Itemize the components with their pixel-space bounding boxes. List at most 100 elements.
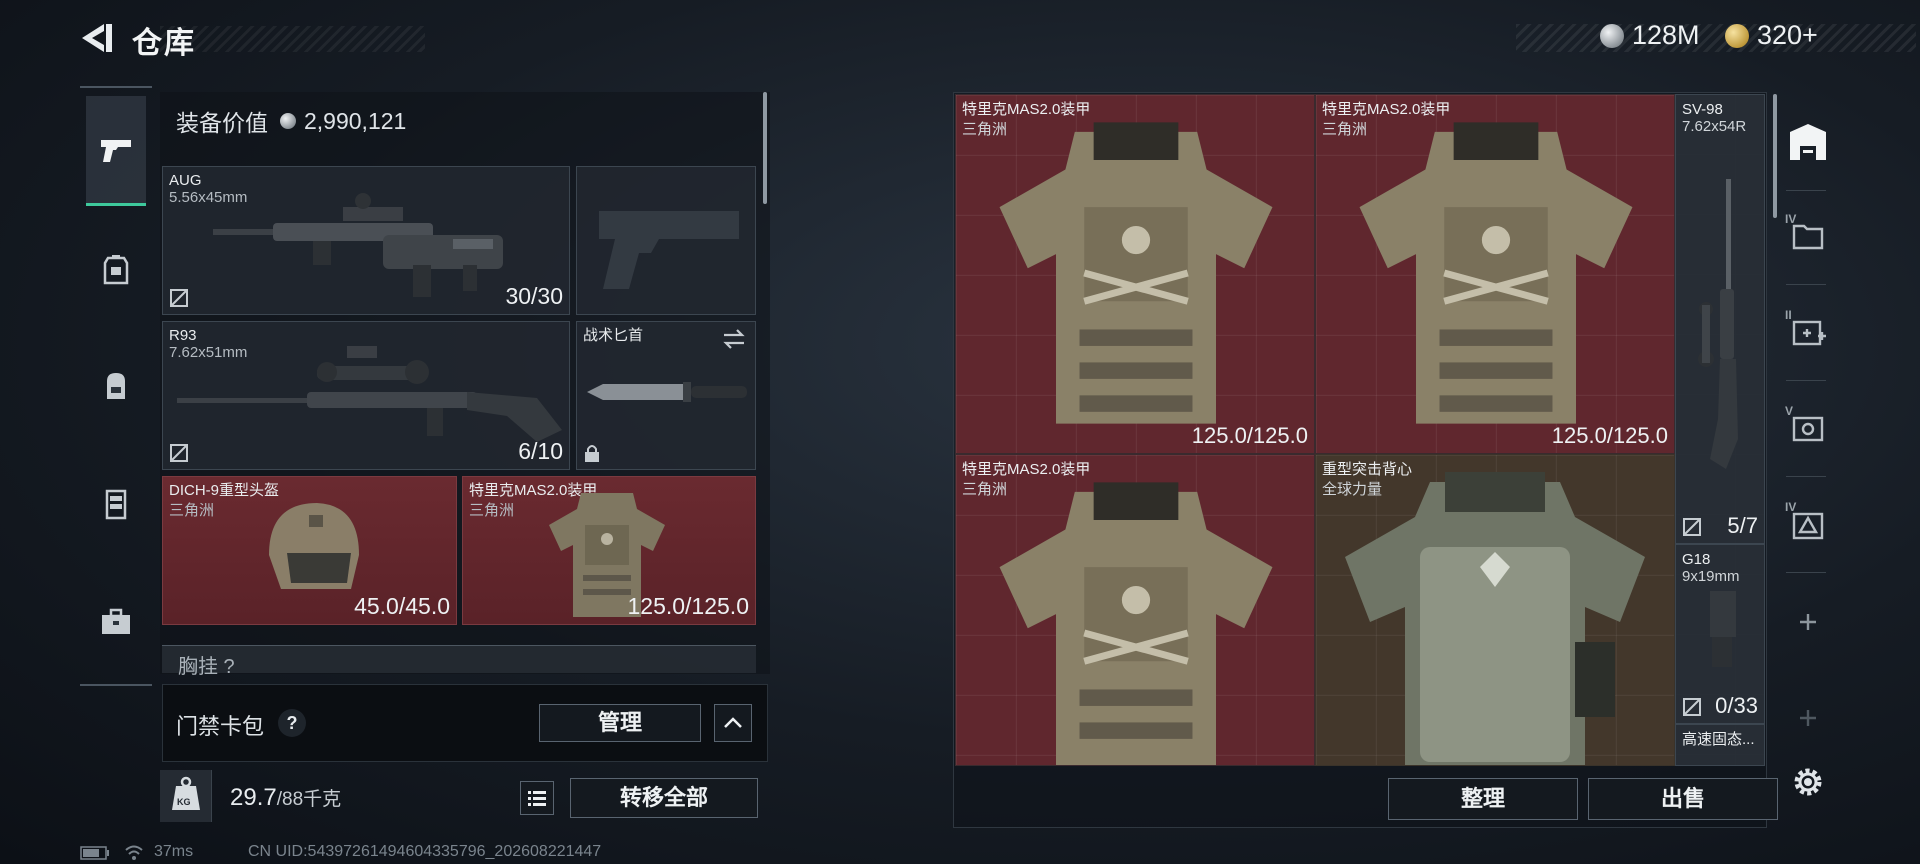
item-name: SV-98: [1682, 101, 1723, 118]
item-caliber: 9x19mm: [1682, 568, 1740, 585]
carry-weight-current: 29.7: [230, 784, 277, 811]
armor-vest-image: [999, 482, 1273, 765]
item-name: AUG: [169, 172, 202, 189]
equipment-scrollbar[interactable]: [763, 92, 767, 204]
item-caliber: 7.62x54R: [1682, 118, 1747, 135]
manage-button[interactable]: 管理: [539, 704, 701, 742]
ping: 37ms: [154, 843, 194, 860]
lock-icon: [585, 445, 599, 462]
rail-container-1[interactable]: IV: [1781, 206, 1835, 266]
r93-rifle-image: [177, 346, 562, 442]
nav-backpack[interactable]: [86, 356, 146, 416]
stash-item[interactable]: SV-98 7.62x54R 5/7: [1675, 94, 1765, 544]
stash-item[interactable]: G18 9x19mm 0/33: [1675, 544, 1765, 724]
no-insure-icon: [170, 444, 188, 462]
stash-scrollbar[interactable]: [1773, 94, 1777, 218]
user-uid: CN UID:5439726149460433​5796_20260822144…: [248, 843, 602, 860]
nav-weapons[interactable]: [86, 96, 146, 206]
nav-divider-bottom: [80, 684, 152, 686]
gold-currency[interactable]: 320+: [1725, 20, 1818, 51]
stash-item[interactable]: 高速固态...: [1675, 724, 1765, 766]
primary-weapon-slot[interactable]: AUG 5.56x45mm 30/30: [162, 166, 570, 315]
durability: 125.0/125.0: [1551, 423, 1668, 448]
currency-decoration: [1516, 24, 1916, 52]
pistol-placeholder-image: [599, 211, 739, 289]
rail-divider: [1786, 284, 1826, 285]
sort-button[interactable]: 整理: [1388, 778, 1578, 820]
silver-amount: 128M: [1632, 20, 1700, 50]
item-name: 高速固态...: [1682, 731, 1755, 748]
carry-weight: 29.7/88千克: [230, 784, 341, 812]
armor-slot-icon: [103, 255, 129, 285]
chest-rig-slot[interactable]: 胸挂 ?: [162, 645, 756, 678]
ammo-count: 6/10: [518, 438, 563, 464]
tier-label: II: [1785, 308, 1792, 322]
nav-armor[interactable]: [86, 240, 146, 300]
item-name: 战术匕首: [583, 327, 644, 344]
equipment-value: 装备价值 2,990,121: [176, 104, 406, 138]
battery-icon: [80, 846, 109, 860]
settings-button[interactable]: [1781, 752, 1835, 812]
assault-vest-image: [1345, 472, 1645, 765]
weight-icon-box: KG: [160, 770, 212, 822]
pistol-slot[interactable]: [576, 166, 756, 315]
weight-icon-text: KG: [177, 797, 191, 807]
pistol-icon: [101, 139, 131, 162]
plus-icon: [1800, 710, 1816, 726]
item-faction: 三角洲: [469, 502, 515, 519]
rail-home[interactable]: [1781, 112, 1835, 172]
equipment-value-amount: 2,990,121: [304, 107, 407, 134]
rig-icon: [105, 489, 127, 520]
melee-slot[interactable]: 战术匕首: [576, 321, 756, 470]
secondary-weapon-slot[interactable]: R93 7.62x51mm 6/10: [162, 321, 570, 470]
stash-item[interactable]: 特里克MAS2.0装甲 三角洲 125.0/125.0: [955, 94, 1315, 454]
weight-icon: [172, 776, 200, 810]
silver-currency: 128M: [1600, 20, 1700, 51]
g18-pistol-image: [1710, 591, 1736, 667]
rail-add-2[interactable]: [1781, 688, 1835, 748]
nav-case[interactable]: [86, 592, 146, 652]
no-insure-icon: [1683, 518, 1701, 536]
tier-label: V: [1785, 404, 1794, 418]
rail-divider: [1786, 476, 1826, 477]
ammo-count: 0/33: [1715, 693, 1758, 718]
no-insure-icon: [1683, 698, 1701, 716]
keycard-label: 门禁卡包: [176, 714, 265, 739]
list-view-button[interactable]: [520, 781, 554, 815]
gold-amount: 320+: [1757, 20, 1818, 50]
equipment-value-label: 装备价值: [176, 110, 268, 136]
tier-label: IV: [1785, 500, 1797, 514]
ammo-count: 5/7: [1727, 513, 1758, 538]
warehouse-icon: [1790, 124, 1826, 160]
rail-container-2[interactable]: II: [1781, 302, 1835, 362]
nav-divider-top: [80, 86, 152, 88]
helmet-slot[interactable]: DICH-9重型头盔 三角洲 45.0/45.0: [162, 476, 457, 625]
gear-icon: [1794, 768, 1822, 796]
armor-vest-image: [1359, 122, 1633, 424]
item-faction: 三角洲: [169, 502, 215, 519]
sv98-rifle-image: [1698, 179, 1738, 469]
stash-item[interactable]: 重型突击背心 全球力量: [1315, 454, 1675, 766]
nav-rig[interactable]: [86, 474, 146, 534]
stash-item[interactable]: 特里克MAS2.0装甲 三角洲 125.0/125.0: [1315, 94, 1675, 454]
page-title: 仓库: [132, 27, 196, 60]
armor-slot[interactable]: 特里克MAS2.0装甲 三角洲 125.0/125.0: [462, 476, 756, 625]
back-button[interactable]: [76, 18, 116, 58]
ammo-case-icon: [1792, 416, 1824, 442]
rail-container-3[interactable]: V: [1781, 398, 1835, 458]
carry-weight-max: /88千克: [276, 789, 342, 810]
armor-vest-image: [999, 122, 1273, 424]
briefcase-icon: [102, 608, 130, 634]
transfer-all-button[interactable]: 转移全部: [570, 778, 758, 818]
swap-icon[interactable]: [721, 328, 747, 350]
stash-item[interactable]: 特里克MAS2.0装甲 三角洲: [955, 454, 1315, 766]
wifi-icon: [125, 845, 143, 860]
list-icon: [528, 791, 546, 806]
no-insure-icon: [170, 289, 188, 307]
rail-container-4[interactable]: IV: [1781, 494, 1835, 554]
expand-button[interactable]: [714, 704, 752, 742]
help-icon[interactable]: ?: [278, 709, 306, 737]
rail-add-1[interactable]: [1781, 592, 1835, 652]
durability: 125.0/125.0: [1191, 423, 1308, 448]
sell-button[interactable]: 出售: [1588, 778, 1778, 820]
